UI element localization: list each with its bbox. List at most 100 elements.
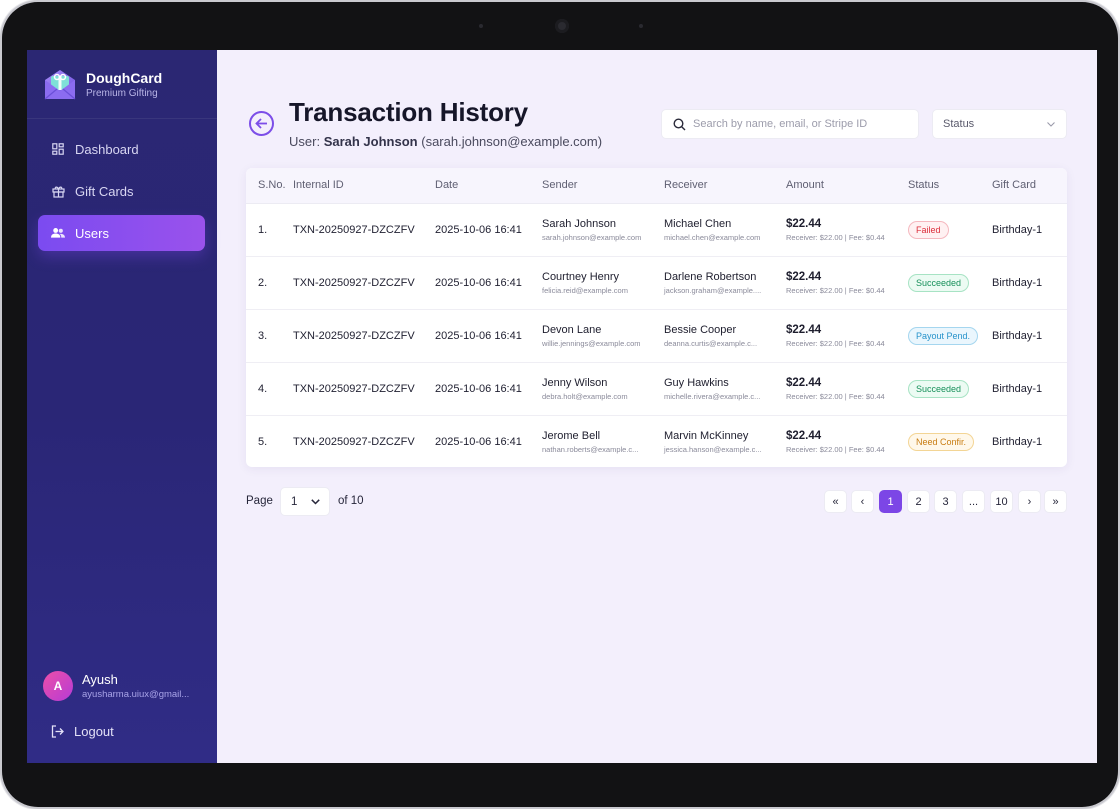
status-filter-select[interactable]: Status — [932, 109, 1067, 139]
brand-tagline: Premium Gifting — [86, 88, 158, 99]
table-row[interactable]: 3. TXN-20250927-DZCZFV 2025-10-06 16:41 Dev… — [246, 310, 1067, 363]
row-amount: $22.44 Receiver: $22.00 | Fee: $0.44 — [786, 217, 885, 243]
user-name: Sarah Johnson — [323, 134, 418, 149]
table-header: S.No. Internal ID Date Sender Receiver A… — [246, 168, 1067, 204]
sensor-dot — [479, 24, 483, 28]
transactions-table: S.No. Internal ID Date Sender Receiver A… — [246, 168, 1067, 467]
next-page-button[interactable]: › — [1018, 490, 1041, 513]
profile-name: Ayush — [82, 671, 118, 687]
row-date: 2025-10-06 16:41 — [435, 383, 522, 395]
page-button-10[interactable]: 10 — [990, 490, 1013, 513]
page-label: Page — [246, 495, 273, 507]
status-badge: Failed — [908, 221, 949, 239]
row-receiver: Michael Chen michael.chen@example.com — [664, 217, 760, 243]
page-ellipsis[interactable]: ... — [962, 490, 985, 513]
page-button-1[interactable]: 1 — [879, 490, 902, 513]
amount-value: $22.44 — [786, 377, 822, 389]
row-gift-card: Birthday-1 — [992, 436, 1043, 448]
prev-page-button[interactable]: ‹ — [851, 490, 874, 513]
column-header-receiver: Receiver — [664, 179, 708, 191]
row-sender: Devon Lane willie.jennings@example.com — [542, 323, 641, 349]
row-date: 2025-10-06 16:41 — [435, 436, 522, 448]
sender-name: Jerome Bell — [542, 430, 601, 442]
amount-value: $22.44 — [786, 218, 822, 230]
logout-icon — [51, 725, 64, 738]
first-page-button[interactable]: « — [824, 490, 847, 513]
row-internal-id: TXN-20250927-DZCZFV — [293, 277, 415, 289]
table-row[interactable]: 1. TXN-20250927-DZCZFV 2025-10-06 16:41 Sar… — [246, 204, 1067, 257]
page-button-3[interactable]: 3 — [934, 490, 957, 513]
user-profile[interactable]: A Ayush ayusharma.uiux@gmail... — [43, 671, 189, 701]
search-input[interactable] — [693, 118, 903, 130]
sidebar: DoughCard Premium Gifting Dashboard Gift… — [27, 50, 217, 763]
sender-email: felicia.reid@example.com — [542, 286, 628, 295]
row-date: 2025-10-06 16:41 — [435, 277, 522, 289]
page-title: Transaction History — [289, 97, 528, 127]
status-badge: Payout Pend. — [908, 327, 979, 345]
table-row[interactable]: 2. TXN-20250927-DZCZFV 2025-10-06 16:41 Cou… — [246, 257, 1067, 310]
sensor-dot — [639, 24, 643, 28]
chevron-down-icon — [1047, 121, 1055, 127]
receiver-email: michael.chen@example.com — [664, 233, 761, 242]
row-date: 2025-10-06 16:41 — [435, 224, 522, 236]
back-button[interactable] — [249, 111, 274, 136]
page-number-select[interactable]: 1 — [280, 487, 330, 516]
column-header-sender: Sender — [542, 179, 578, 191]
row-gift-card: Birthday-1 — [992, 330, 1043, 342]
search-box[interactable] — [661, 109, 919, 139]
table-row[interactable]: 5. TXN-20250927-DZCZFV 2025-10-06 16:41 Jer… — [246, 416, 1067, 467]
tablet-frame: DoughCard Premium Gifting Dashboard Gift… — [2, 2, 1118, 807]
users-icon — [51, 226, 65, 240]
row-sno: 4. — [258, 383, 268, 395]
brand-name: DoughCard — [86, 70, 163, 86]
sender-email: debra.holt@example.com — [542, 392, 628, 401]
row-receiver: Guy Hawkins michelle.rivera@example.c... — [664, 376, 760, 402]
sidebar-item-gift-cards[interactable]: Gift Cards — [38, 173, 205, 209]
sender-email: sarah.johnson@example.com — [542, 233, 642, 242]
gift-envelope-logo-icon — [44, 70, 76, 100]
amount-value: $22.44 — [786, 271, 822, 283]
sidebar-item-dashboard[interactable]: Dashboard — [38, 131, 205, 167]
amount-breakdown: Receiver: $22.00 | Fee: $0.44 — [786, 339, 885, 348]
page-total: of 10 — [338, 495, 364, 507]
last-page-button[interactable]: » — [1044, 490, 1067, 513]
row-sno: 5. — [258, 436, 268, 448]
sender-name: Sarah Johnson — [542, 218, 616, 230]
sender-name: Jenny Wilson — [542, 377, 608, 389]
user-subtitle: User: Sarah Johnson (sarah.johnson@examp… — [289, 134, 602, 149]
amount-breakdown: Receiver: $22.00 | Fee: $0.44 — [786, 392, 885, 401]
search-icon — [673, 117, 686, 130]
row-date: 2025-10-06 16:41 — [435, 330, 522, 342]
amount-breakdown: Receiver: $22.00 | Fee: $0.44 — [786, 233, 885, 242]
logout-button[interactable]: Logout — [51, 724, 114, 739]
sidebar-item-label: Users — [75, 225, 109, 241]
amount-breakdown: Receiver: $22.00 | Fee: $0.44 — [786, 286, 885, 295]
receiver-name: Bessie Cooper — [664, 324, 737, 336]
row-internal-id: TXN-20250927-DZCZFV — [293, 330, 415, 342]
status-badge: Succeeded — [908, 380, 970, 398]
user-email: (sarah.johnson@example.com) — [421, 134, 603, 149]
current-page-value: 1 — [291, 495, 298, 508]
table-row[interactable]: 4. TXN-20250927-DZCZFV 2025-10-06 16:41 Jen… — [246, 363, 1067, 416]
gift-icon — [51, 184, 65, 198]
app-screen: DoughCard Premium Gifting Dashboard Gift… — [27, 50, 1097, 763]
sidebar-item-users[interactable]: Users — [38, 215, 205, 251]
sender-email: willie.jennings@example.com — [542, 339, 641, 348]
amount-value: $22.44 — [786, 430, 822, 442]
user-prefix: User: — [289, 134, 321, 149]
receiver-name: Michael Chen — [664, 218, 732, 230]
row-amount: $22.44 Receiver: $22.00 | Fee: $0.44 — [786, 323, 885, 349]
row-internal-id: TXN-20250927-DZCZFV — [293, 436, 415, 448]
sidebar-item-label: Gift Cards — [75, 183, 134, 199]
column-header-sno: S.No. — [258, 179, 286, 191]
sender-name: Devon Lane — [542, 324, 602, 336]
row-sender: Sarah Johnson sarah.johnson@example.com — [542, 217, 641, 243]
page-button-2[interactable]: 2 — [907, 490, 930, 513]
row-receiver: Bessie Cooper deanna.curtis@example.c... — [664, 323, 757, 349]
sidebar-item-label: Dashboard — [75, 141, 139, 157]
status-badge: Succeeded — [908, 274, 970, 292]
row-amount: $22.44 Receiver: $22.00 | Fee: $0.44 — [786, 270, 885, 296]
receiver-email: deanna.curtis@example.c... — [664, 339, 758, 348]
arrow-left-icon — [255, 118, 267, 129]
row-internal-id: TXN-20250927-DZCZFV — [293, 224, 415, 236]
